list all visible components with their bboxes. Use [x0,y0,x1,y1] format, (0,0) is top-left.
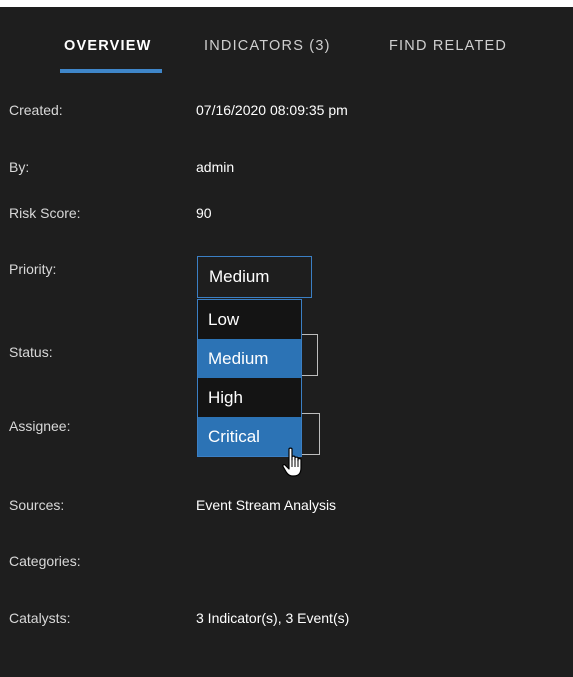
tab-find-related[interactable]: FIND RELATED [389,38,507,54]
priority-select[interactable]: Medium [197,256,312,298]
priority-option-low[interactable]: Low [198,300,301,339]
sources-value: Event Stream Analysis [196,497,337,513]
sources-label: Sources: [9,497,65,513]
by-label: By: [9,159,30,175]
assignee-label: Assignee: [9,418,71,434]
incident-overview-panel: OVERVIEW INDICATORS (3) FIND RELATED Cre… [0,7,573,677]
status-label: Status: [9,344,53,360]
priority-option-high[interactable]: High [198,378,301,417]
tab-indicators[interactable]: INDICATORS (3) [204,38,331,54]
risk-score-label: Risk Score: [9,205,81,221]
priority-option-medium[interactable]: Medium [198,339,301,378]
by-value: admin [196,159,235,175]
created-label: Created: [9,102,63,118]
categories-label: Categories: [9,553,81,569]
active-tab-indicator [60,69,162,73]
catalysts-value: 3 Indicator(s), 3 Event(s) [196,610,350,626]
tab-bar: OVERVIEW INDICATORS (3) FIND RELATED [0,7,573,77]
priority-label: Priority: [9,261,57,277]
catalysts-label: Catalysts: [9,610,71,626]
created-value: 07/16/2020 08:09:35 pm [196,102,348,118]
priority-dropdown-list: Low Medium High Critical [197,299,302,457]
risk-score-value: 90 [196,205,212,221]
hand-pointer-icon [282,447,302,477]
tab-overview[interactable]: OVERVIEW [64,38,152,54]
status-select[interactable] [300,334,318,376]
